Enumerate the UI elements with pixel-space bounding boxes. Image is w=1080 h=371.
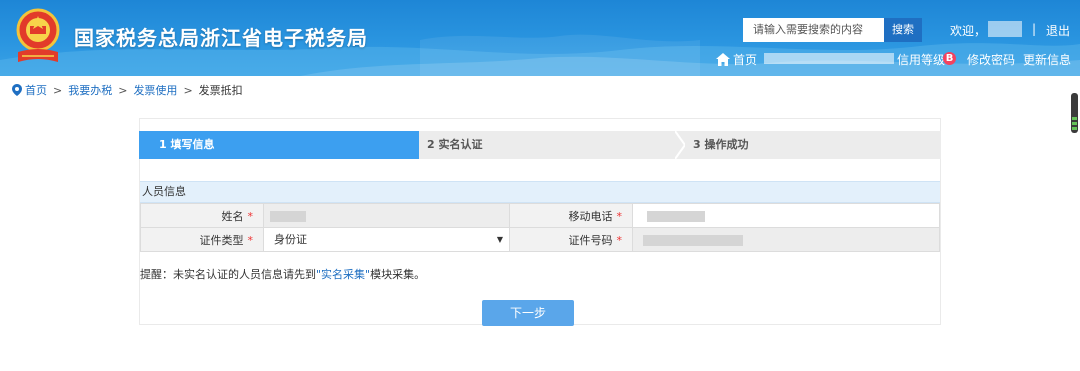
update-info-link[interactable]: 更新信息: [1023, 51, 1071, 68]
step-progress-bar: 1 填写信息 2 实名认证 3 操作成功: [139, 131, 941, 159]
id-type-selected-value: 身份证: [274, 232, 307, 246]
breadcrumb: 首页 > 我要办税 > 发票使用 > 发票抵扣: [12, 82, 243, 98]
required-mark: *: [247, 233, 254, 247]
credit-level-label: 信用等级: [897, 53, 946, 67]
welcome-text: 欢迎，: [950, 24, 987, 38]
required-mark: *: [616, 233, 623, 247]
scroll-indicator[interactable]: [1071, 93, 1078, 133]
tax-emblem-icon: [16, 8, 60, 62]
breadcrumb-invoice-usage[interactable]: 发票使用: [133, 82, 177, 98]
breadcrumb-tax-services[interactable]: 我要办税: [68, 82, 112, 98]
breadcrumb-separator: >: [183, 83, 193, 97]
id-number-label-cell: 证件号码 *: [509, 227, 633, 252]
home-icon: [716, 53, 730, 66]
breadcrumb-separator: >: [53, 83, 63, 97]
home-link[interactable]: 首页: [716, 51, 757, 68]
breadcrumb-home[interactable]: 首页: [25, 82, 47, 98]
mobile-value-redacted: [647, 210, 705, 222]
mobile-label-cell: 移动电话 *: [509, 203, 633, 228]
person-info-table: 姓名 * 移动电话 * 证件类型 * 身份证 ▼ 证件号码 *: [140, 203, 940, 252]
id-type-select[interactable]: 身份证 ▼: [264, 228, 509, 251]
logout-link[interactable]: 退出: [1046, 22, 1070, 39]
breadcrumb-current: 发票抵扣: [198, 84, 243, 97]
step-success: 3 操作成功: [685, 131, 941, 159]
reminder-prefix: 提醒：未实名认证的人员信息请先到: [140, 268, 316, 281]
search-button[interactable]: 搜索: [884, 18, 922, 42]
required-mark: *: [247, 209, 254, 223]
header-separator: |: [1032, 22, 1037, 36]
username-redacted: [988, 21, 1022, 37]
credit-level-badge: B: [943, 52, 956, 65]
breadcrumb-separator: >: [118, 83, 128, 97]
home-link-label: 首页: [733, 53, 758, 67]
step-real-name-auth: 2 实名认证: [419, 131, 685, 159]
taxpayer-name-redacted: [764, 53, 894, 64]
section-title: 人员信息: [140, 181, 940, 203]
top-header: 国家税务总局浙江省电子税务局 请输入需要搜索的内容 搜索 欢迎， | 退出 首页…: [0, 0, 1080, 76]
real-name-collection-link[interactable]: "实名采集": [316, 268, 370, 281]
id-number-value-redacted: [643, 234, 743, 246]
reminder-text: 提醒：未实名认证的人员信息请先到"实名采集"模块采集。: [140, 266, 425, 282]
dropdown-arrow-icon: ▼: [496, 234, 503, 244]
table-row: 姓名 * 移动电话 *: [140, 203, 940, 228]
mobile-label: 移动电话: [568, 209, 613, 223]
id-number-field: [632, 227, 940, 252]
search-input[interactable]: 请输入需要搜索的内容: [743, 18, 884, 42]
site-title: 国家税务总局浙江省电子税务局: [74, 26, 368, 50]
id-number-label: 证件号码: [568, 233, 613, 247]
id-type-label-cell: 证件类型 *: [140, 227, 264, 252]
location-pin-icon: [12, 84, 22, 96]
mobile-field[interactable]: [632, 203, 940, 228]
id-type-label: 证件类型: [199, 233, 244, 247]
name-field: [263, 203, 510, 228]
table-row: 证件类型 * 身份证 ▼ 证件号码 *: [140, 227, 940, 252]
next-step-button[interactable]: 下一步: [482, 300, 574, 326]
reminder-suffix: 模块采集。: [370, 268, 426, 281]
required-mark: *: [616, 209, 623, 223]
step-fill-info: 1 填写信息: [139, 131, 419, 159]
id-type-cell: 身份证 ▼: [263, 227, 510, 252]
name-value-redacted: [270, 210, 306, 222]
name-label: 姓名: [221, 209, 244, 223]
name-label-cell: 姓名 *: [140, 203, 264, 228]
change-password-link[interactable]: 修改密码: [967, 51, 1015, 68]
